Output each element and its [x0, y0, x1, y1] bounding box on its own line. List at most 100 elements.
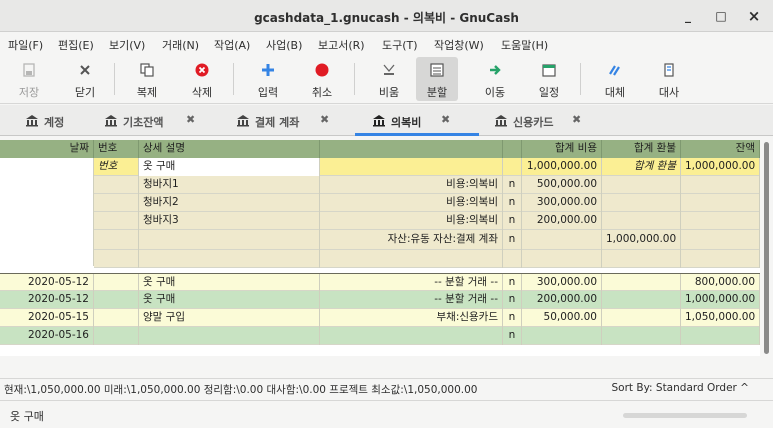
description-cell[interactable]: 양말 구입	[139, 309, 320, 327]
split-action-cell[interactable]	[94, 212, 139, 230]
split-action-cell[interactable]	[94, 230, 139, 250]
date-cell[interactable]: 2020-05-15	[0, 309, 94, 327]
split-action-cell[interactable]	[94, 176, 139, 194]
split-memo-cell[interactable]: 청바지3	[139, 212, 320, 230]
menu-reports[interactable]: 보고서(R)	[318, 37, 365, 53]
menu-transaction[interactable]: 거래(N)	[162, 37, 199, 53]
register-grid[interactable]: 날짜 번호 상세 설명 합계 비용 합계 환불 잔액 2020-05-12 번호…	[0, 140, 760, 356]
credit-cell[interactable]	[602, 309, 681, 327]
transfer-cell[interactable]: -- 분할 거래 --	[320, 291, 503, 309]
menu-tools[interactable]: 도구(T)	[382, 37, 418, 53]
split-account-cell[interactable]: 비용:의복비	[320, 176, 503, 194]
date-cell[interactable]: 2020-05-12	[0, 274, 94, 292]
sort-by-button[interactable]: Sort By: Standard Order ^	[612, 382, 749, 394]
credit-cell[interactable]	[602, 291, 681, 309]
split-r-cell[interactable]: n	[503, 212, 522, 230]
transfer-button[interactable]: 대체	[594, 57, 636, 101]
tab-close-icon[interactable]: ✖	[572, 113, 581, 126]
split-memo-cell[interactable]	[139, 250, 320, 268]
save-button[interactable]: 저장	[8, 57, 50, 101]
split-credit-cell[interactable]: 1,000,000.00	[602, 230, 681, 250]
split-action-cell[interactable]	[94, 194, 139, 212]
description-cell[interactable]: 옷 구매	[139, 274, 320, 292]
split-credit-cell[interactable]	[602, 194, 681, 212]
header-debit[interactable]: 합계 비용	[522, 140, 602, 158]
scrollbar-thumb[interactable]	[764, 142, 769, 354]
split-r-cell[interactable]: n	[503, 194, 522, 212]
date-cell[interactable]: 2020-05-16	[0, 327, 94, 345]
menu-edit[interactable]: 편집(E)	[58, 37, 94, 53]
header-date[interactable]: 날짜	[0, 140, 94, 158]
r-cell[interactable]: n	[503, 327, 522, 345]
table-row[interactable]: 2020-05-12 옷 구매 -- 분할 거래 -- n 200,000.00…	[0, 291, 760, 309]
split-debit-cell[interactable]: 200,000.00	[522, 212, 602, 230]
header-num[interactable]: 번호	[94, 140, 139, 158]
ledger-button[interactable]: 대사	[648, 57, 690, 101]
header-credit[interactable]: 합계 환불	[602, 140, 681, 158]
tab-close-icon[interactable]: ✖	[186, 113, 195, 126]
register-scrollbar[interactable]	[762, 140, 771, 356]
credit-cell[interactable]	[602, 274, 681, 292]
blank-button[interactable]: 비움	[368, 57, 410, 101]
menu-actions[interactable]: 작업(A)	[214, 37, 250, 53]
r-cell[interactable]: n	[503, 274, 522, 292]
split-credit-cell[interactable]	[602, 250, 681, 268]
tab-clothing[interactable]: 의복비 ✖	[372, 105, 472, 136]
close-register-button[interactable]: 닫기	[64, 57, 106, 101]
header-r[interactable]	[503, 140, 522, 158]
num-cell[interactable]	[94, 327, 139, 345]
header-balance[interactable]: 잔액	[681, 140, 760, 158]
split-action-cell[interactable]	[94, 250, 139, 268]
schedule-button[interactable]: 일정	[528, 57, 570, 101]
split-debit-cell[interactable]	[522, 250, 602, 268]
description-cell[interactable]	[139, 327, 320, 345]
tab-close-icon[interactable]: ✖	[441, 113, 450, 126]
table-row[interactable]: 2020-05-15 양말 구입 부채:신용카드 n 50,000.00 1,0…	[0, 309, 760, 327]
split-account-cell[interactable]: 자산:유동 자산:결제 계좌	[320, 230, 503, 250]
split-debit-cell[interactable]: 500,000.00	[522, 176, 602, 194]
split-memo-cell[interactable]	[139, 230, 320, 250]
split-button[interactable]: 분할	[416, 57, 458, 101]
enter-button[interactable]: 입력	[247, 57, 289, 101]
description-cell[interactable]: 옷 구매	[139, 291, 320, 309]
transfer-cell[interactable]	[320, 327, 503, 345]
delete-button[interactable]: 삭제	[181, 57, 223, 101]
current-transaction-row[interactable]: 2020-05-12 번호 옷 구매 1,000,000.00 합계 환불 1,…	[0, 158, 760, 176]
split-row[interactable]: 청바지1 비용:의복비 n 500,000.00	[94, 176, 760, 194]
credit-cell[interactable]: 합계 환불	[602, 158, 681, 176]
split-account-cell[interactable]: 비용:의복비	[320, 212, 503, 230]
split-account-cell[interactable]: 비용:의복비	[320, 194, 503, 212]
transfer-cell[interactable]	[320, 158, 503, 176]
split-account-cell[interactable]	[320, 250, 503, 268]
split-memo-cell[interactable]: 청바지2	[139, 194, 320, 212]
split-r-cell[interactable]: n	[503, 230, 522, 250]
credit-cell[interactable]	[602, 327, 681, 345]
debit-cell[interactable]	[522, 327, 602, 345]
num-cell[interactable]: 번호	[94, 158, 139, 176]
header-transfer[interactable]	[320, 140, 503, 158]
tab-accounts[interactable]: 계정	[25, 105, 85, 136]
num-cell[interactable]	[94, 309, 139, 327]
num-cell[interactable]	[94, 291, 139, 309]
debit-cell[interactable]: 200,000.00	[522, 291, 602, 309]
split-row[interactable]: 청바지3 비용:의복비 n 200,000.00	[94, 212, 760, 230]
r-cell[interactable]	[503, 158, 522, 176]
table-row[interactable]: 2020-05-12 옷 구매 -- 분할 거래 -- n 300,000.00…	[0, 273, 760, 292]
r-cell[interactable]: n	[503, 291, 522, 309]
split-r-cell[interactable]: n	[503, 176, 522, 194]
num-cell[interactable]	[94, 274, 139, 292]
split-row[interactable]: 청바지2 비용:의복비 n 300,000.00	[94, 194, 760, 212]
cancel-button[interactable]: 취소	[301, 57, 343, 101]
r-cell[interactable]: n	[503, 309, 522, 327]
blank-transaction-row[interactable]: 2020-05-16 n	[0, 327, 760, 345]
split-credit-cell[interactable]	[602, 212, 681, 230]
tab-close-icon[interactable]: ✖	[320, 113, 329, 126]
split-credit-cell[interactable]	[602, 176, 681, 194]
minimize-button[interactable]: _	[680, 8, 696, 24]
close-window-button[interactable]: ×	[746, 8, 762, 24]
split-row[interactable]: 자산:유동 자산:결제 계좌 n 1,000,000.00	[94, 230, 760, 250]
maximize-button[interactable]: □	[713, 8, 729, 24]
menu-windows[interactable]: 작업창(W)	[434, 37, 484, 53]
tab-checking-account[interactable]: 결제 계좌 ✖	[236, 105, 336, 136]
header-description[interactable]: 상세 설명	[139, 140, 320, 158]
